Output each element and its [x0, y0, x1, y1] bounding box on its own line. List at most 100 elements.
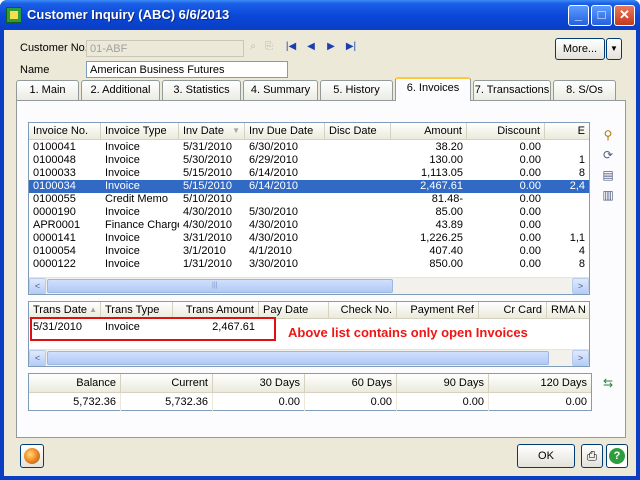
cell-invoice-type: Invoice [105, 167, 140, 179]
col-check-no[interactable]: Check No. [329, 302, 397, 319]
minimize-button[interactable]: _ [568, 5, 589, 26]
customer-no-field[interactable]: 01-ABF [86, 40, 244, 57]
scroll-thumb[interactable]: ||| [47, 279, 393, 293]
cell-amount: 38.20 [435, 141, 463, 153]
aging-value-current: 5,732.36 [121, 393, 213, 411]
tab-summary[interactable]: 4. Summary [243, 80, 318, 100]
invoice-row[interactable]: 0100033 Invoice 5/15/2010 6/14/2010 1,11… [29, 167, 589, 180]
sort-asc-icon: ▲ [89, 305, 97, 314]
invoices-horizontal-scrollbar[interactable]: < ||| > [29, 277, 589, 294]
invoice-history-icon[interactable]: ▥ [600, 187, 616, 203]
cell-disc-date [325, 245, 391, 258]
help-menu-button[interactable] [20, 444, 44, 468]
invoice-row[interactable]: 0100054 Invoice 3/1/2010 4/1/2010 407.40… [29, 245, 589, 258]
cell-discount: 0.00 [519, 258, 541, 270]
cell-invoice-type: Invoice [105, 245, 140, 257]
cell-inv-due-date: 4/30/2010 [249, 219, 298, 231]
tab-additional[interactable]: 2. Additional [81, 80, 160, 100]
col-payment-ref[interactable]: Payment Ref [397, 302, 479, 319]
cell-discount: 0.00 [519, 206, 541, 218]
tab-statistics[interactable]: 3. Statistics [162, 80, 241, 100]
scroll-right-button[interactable]: > [572, 278, 589, 294]
help-button[interactable]: ? [606, 444, 628, 468]
copy-icon[interactable]: ⎘ [262, 40, 276, 54]
tab-invoices[interactable]: 6. Invoices [395, 77, 471, 101]
cell-discount: 0.00 [519, 154, 541, 166]
scroll-thumb[interactable] [47, 351, 549, 365]
more-dropdown-button[interactable]: ▼ [606, 38, 622, 60]
invoice-row[interactable]: 0000141 Invoice 3/31/2010 4/30/2010 1,22… [29, 232, 589, 245]
col-rma-no[interactable]: RMA N [547, 302, 589, 319]
next-record-icon[interactable]: ▶ [324, 40, 338, 54]
col-invoice-no[interactable]: Invoice No. [29, 123, 101, 140]
cell-e: 4 [578, 245, 585, 257]
cell-e: 8 [578, 167, 585, 179]
tab-transactions[interactable]: 7. Transactions [473, 80, 551, 100]
sort-desc-icon: ▼ [232, 126, 240, 135]
tab-main[interactable]: 1. Main [16, 80, 79, 100]
sage-logo-icon [24, 448, 40, 464]
title-bar[interactable]: Customer Inquiry (ABC) 6/6/2013 _ □ ✕ [0, 0, 640, 30]
cell-invoice-no: 0100048 [33, 154, 76, 166]
last-record-icon[interactable]: ▶| [344, 40, 358, 54]
annotation-highlight-box [30, 317, 276, 341]
col-inv-date[interactable]: Inv Date ▼ [179, 123, 245, 140]
col-discount[interactable]: Discount [467, 123, 545, 140]
refresh-icon[interactable]: ⟳ [600, 147, 616, 163]
tab-sos[interactable]: 8. S/Os [553, 80, 616, 100]
cell-inv-date: 4/30/2010 [183, 219, 232, 231]
col-cr-card[interactable]: Cr Card [479, 302, 547, 319]
transactions-horizontal-scrollbar[interactable]: < > [29, 349, 589, 366]
lookup-icon[interactable]: ⌕ [246, 40, 260, 54]
aging-header-balance: Balance [29, 374, 121, 393]
aging-summary-grid: Balance Current 30 Days 60 Days 90 Days … [28, 373, 592, 411]
col-inv-due-date[interactable]: Inv Due Date [245, 123, 325, 140]
col-disc-date[interactable]: Disc Date [325, 123, 391, 140]
invoice-row[interactable]: APR0001 Finance Charge 4/30/2010 4/30/20… [29, 219, 589, 232]
scroll-left-button[interactable]: < [29, 278, 46, 294]
cell-e [545, 141, 589, 154]
maximize-button[interactable]: □ [591, 5, 612, 26]
scroll-left-button[interactable]: < [29, 350, 46, 366]
cell-inv-due-date: 4/1/2010 [249, 245, 292, 257]
first-record-icon[interactable]: |◀ [284, 40, 298, 54]
invoice-row[interactable]: 0000190 Invoice 4/30/2010 5/30/2010 85.0… [29, 206, 589, 219]
invoice-detail-icon[interactable]: ▤ [600, 167, 616, 183]
cell-discount: 0.00 [519, 141, 541, 153]
binoculars-icon[interactable]: ⚲ [600, 127, 616, 143]
cell-inv-due-date: 6/30/2010 [249, 141, 298, 153]
cell-inv-date: 4/30/2010 [183, 206, 232, 218]
invoice-row[interactable]: 0000122 Invoice 1/31/2010 3/30/2010 850.… [29, 258, 589, 271]
cell-invoice-no: 0100055 [33, 193, 76, 205]
invoices-grid: Invoice No. Invoice Type Inv Date ▼ Inv D… [28, 122, 590, 295]
cell-invoice-type: Invoice [105, 258, 140, 270]
cell-discount: 0.00 [519, 180, 541, 192]
cell-discount: 0.00 [519, 167, 541, 179]
cell-invoice-type: Invoice [105, 180, 140, 192]
cell-inv-date: 5/15/2010 [183, 167, 232, 179]
previous-record-icon[interactable]: ◀ [304, 40, 318, 54]
tab-history[interactable]: 5. History [320, 80, 393, 100]
cell-disc-date [325, 219, 391, 232]
cell-invoice-type: Invoice [105, 206, 140, 218]
cell-disc-date [325, 154, 391, 167]
col-e[interactable]: E [545, 123, 589, 140]
cell-e: 1 [578, 154, 585, 166]
name-field[interactable]: American Business Futures [86, 61, 288, 78]
cell-disc-date [325, 180, 391, 193]
ok-button[interactable]: OK [517, 444, 575, 468]
invoice-row[interactable]: 0100055 Credit Memo 5/10/2010 81.48- 0.0… [29, 193, 589, 206]
col-invoice-type[interactable]: Invoice Type [101, 123, 179, 140]
col-amount[interactable]: Amount [391, 123, 467, 140]
invoice-row[interactable]: 0100041 Invoice 5/31/2010 6/30/2010 38.2… [29, 141, 589, 154]
invoice-row-selected[interactable]: 0100034 Invoice 5/15/2010 6/14/2010 2,46… [29, 180, 589, 193]
printer-icon[interactable]: ⎙ [581, 444, 603, 468]
cell-amount: 130.00 [429, 154, 463, 166]
cell-invoice-no: 0100034 [33, 180, 76, 192]
scroll-right-button[interactable]: > [572, 350, 589, 366]
recalculate-aging-icon[interactable]: ⇆ [600, 375, 616, 391]
help-icon: ? [609, 448, 625, 464]
more-button[interactable]: More... [555, 38, 605, 60]
invoice-row[interactable]: 0100048 Invoice 5/30/2010 6/29/2010 130.… [29, 154, 589, 167]
close-button[interactable]: ✕ [614, 5, 635, 26]
